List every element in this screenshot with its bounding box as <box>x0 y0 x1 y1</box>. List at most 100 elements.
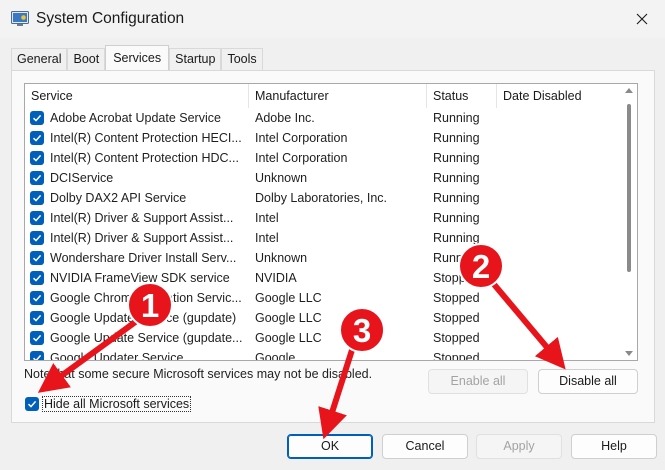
service-manufacturer: Intel <box>255 211 279 225</box>
services-list[interactable]: Service Manufacturer Status Date Disable… <box>24 83 638 361</box>
service-name: Google Updater Service <box>50 351 184 361</box>
disable-all-button[interactable]: Disable all <box>538 369 638 394</box>
help-button[interactable]: Help <box>571 434 657 459</box>
service-checkbox[interactable] <box>30 151 44 165</box>
column-header-date-disabled[interactable]: Date Disabled <box>497 84 617 108</box>
service-cell: Intel(R) Content Protection HDC... <box>25 148 249 168</box>
service-rows: Adobe Acrobat Update Service Adobe Inc. Ru… <box>25 108 621 361</box>
enable-all-button[interactable]: Enable all <box>428 369 528 394</box>
checkmark-icon <box>32 194 42 202</box>
service-status: Running <box>433 251 480 265</box>
tab-general[interactable]: General <box>11 48 68 70</box>
service-cell: Adobe Acrobat Update Service <box>25 108 249 128</box>
column-header-status[interactable]: Status <box>427 84 497 108</box>
service-name: Google Update Service (gupdate... <box>50 331 243 345</box>
table-row[interactable]: Dolby DAX2 API Service Dolby Laboratories… <box>25 188 621 208</box>
table-row[interactable]: Google Update Service (gupdate... Google … <box>25 328 621 348</box>
service-checkbox[interactable] <box>30 251 44 265</box>
close-button[interactable] <box>619 0 665 38</box>
service-status: Stopped <box>433 291 480 305</box>
table-row[interactable]: Google Updater Service Google Stopped <box>25 348 621 361</box>
service-checkbox[interactable] <box>30 131 44 145</box>
service-status: Running <box>433 171 480 185</box>
service-checkbox[interactable] <box>30 331 44 345</box>
scrollbar-thumb[interactable] <box>627 104 631 272</box>
service-checkbox[interactable] <box>30 351 44 360</box>
service-status: Stopped <box>433 311 480 325</box>
service-manufacturer: Intel <box>255 231 279 245</box>
service-cell: Google Update Service (gupdate... <box>25 328 249 348</box>
tab-boot[interactable]: Boot <box>67 48 106 70</box>
service-checkbox[interactable] <box>30 211 44 225</box>
checkmark-icon <box>32 314 42 322</box>
checkmark-icon <box>32 214 42 222</box>
checkmark-icon <box>32 114 42 122</box>
table-row[interactable]: Intel(R) Content Protection HECI... Intel… <box>25 128 621 148</box>
service-name: Intel(R) Driver & Support Assist... <box>50 211 234 225</box>
tab-services[interactable]: Services <box>105 45 170 70</box>
service-checkbox[interactable] <box>30 271 44 285</box>
service-cell: Intel(R) Driver & Support Assist... <box>25 228 249 248</box>
service-checkbox[interactable] <box>30 311 44 325</box>
vertical-scrollbar[interactable] <box>621 84 637 360</box>
table-row[interactable]: DCIService Unknown Running <box>25 168 621 188</box>
service-checkbox[interactable] <box>30 231 44 245</box>
service-cell: Dolby DAX2 API Service <box>25 188 249 208</box>
checkmark-icon <box>32 294 42 302</box>
hide-microsoft-services[interactable]: Hide all Microsoft services <box>25 396 192 412</box>
table-row[interactable]: NVIDIA FrameView SDK service NVIDIA Stoppe… <box>25 268 621 288</box>
table-row[interactable]: Intel(R) Driver & Support Assist... Intel… <box>25 208 621 228</box>
service-manufacturer: Adobe Inc. <box>255 111 315 125</box>
service-checkbox[interactable] <box>30 191 44 205</box>
table-row[interactable]: Adobe Acrobat Update Service Adobe Inc. Ru… <box>25 108 621 128</box>
apply-button[interactable]: Apply <box>476 434 562 459</box>
column-header-service[interactable]: Service <box>25 84 249 108</box>
scroll-down-arrow-icon[interactable] <box>625 351 633 356</box>
column-header-manufacturer[interactable]: Manufacturer <box>249 84 427 108</box>
service-status: Running <box>433 191 480 205</box>
checkmark-icon <box>32 154 42 162</box>
cancel-button[interactable]: Cancel <box>382 434 468 459</box>
service-status: Stopped <box>433 331 480 345</box>
table-row[interactable]: Intel(R) Driver & Support Assist... Intel… <box>25 228 621 248</box>
service-checkbox[interactable] <box>30 111 44 125</box>
checkmark-icon <box>32 334 42 342</box>
checkmark-icon <box>32 354 42 360</box>
service-manufacturer: Google <box>255 351 296 361</box>
table-row[interactable]: Google Update Service (gupdate) Google LL… <box>25 308 621 328</box>
service-name: Dolby DAX2 API Service <box>50 191 187 205</box>
tab-strip: General Boot Services Startup Tools <box>11 45 263 71</box>
table-row[interactable]: Google Chrome Elevation Servic... Google … <box>25 288 621 308</box>
ok-button[interactable]: OK <box>287 434 373 459</box>
service-status: Running <box>433 211 480 225</box>
system-configuration-icon <box>11 11 29 26</box>
list-header: Service Manufacturer Status Date Disable… <box>25 84 637 108</box>
checkmark-icon <box>32 254 42 262</box>
window-title: System Configuration <box>36 10 185 27</box>
tab-startup[interactable]: Startup <box>169 48 222 70</box>
scroll-up-arrow-icon[interactable] <box>625 88 633 93</box>
table-row[interactable]: Intel(R) Content Protection HDC... Intel … <box>25 148 621 168</box>
service-cell: Google Update Service (gupdate) <box>25 308 249 328</box>
service-checkbox[interactable] <box>30 171 44 185</box>
checkmark-icon <box>32 274 42 282</box>
service-checkbox[interactable] <box>30 291 44 305</box>
service-name: Wondershare Driver Install Serv... <box>50 251 237 265</box>
service-cell: Intel(R) Content Protection HECI... <box>25 128 249 148</box>
service-cell: Intel(R) Driver & Support Assist... <box>25 208 249 228</box>
hide-microsoft-services-label[interactable]: Hide all Microsoft services <box>42 396 192 412</box>
service-cell: Google Updater Service <box>25 348 249 361</box>
hide-microsoft-services-checkbox[interactable] <box>25 397 39 411</box>
service-name: Google Chrome Elevation Servic... <box>50 291 242 305</box>
service-name: DCIService <box>50 171 114 185</box>
service-name: Google Update Service (gupdate) <box>50 311 237 325</box>
service-manufacturer: Dolby Laboratories, Inc. <box>255 191 388 205</box>
service-status: Running <box>433 131 480 145</box>
table-row[interactable]: Wondershare Driver Install Serv... Unknow… <box>25 248 621 268</box>
service-cell: DCIService <box>25 168 249 188</box>
service-name: NVIDIA FrameView SDK service <box>50 271 230 285</box>
tab-tools[interactable]: Tools <box>221 48 263 70</box>
service-cell: Wondershare Driver Install Serv... <box>25 248 249 268</box>
service-manufacturer: Google LLC <box>255 291 322 305</box>
service-manufacturer: Unknown <box>255 251 308 265</box>
